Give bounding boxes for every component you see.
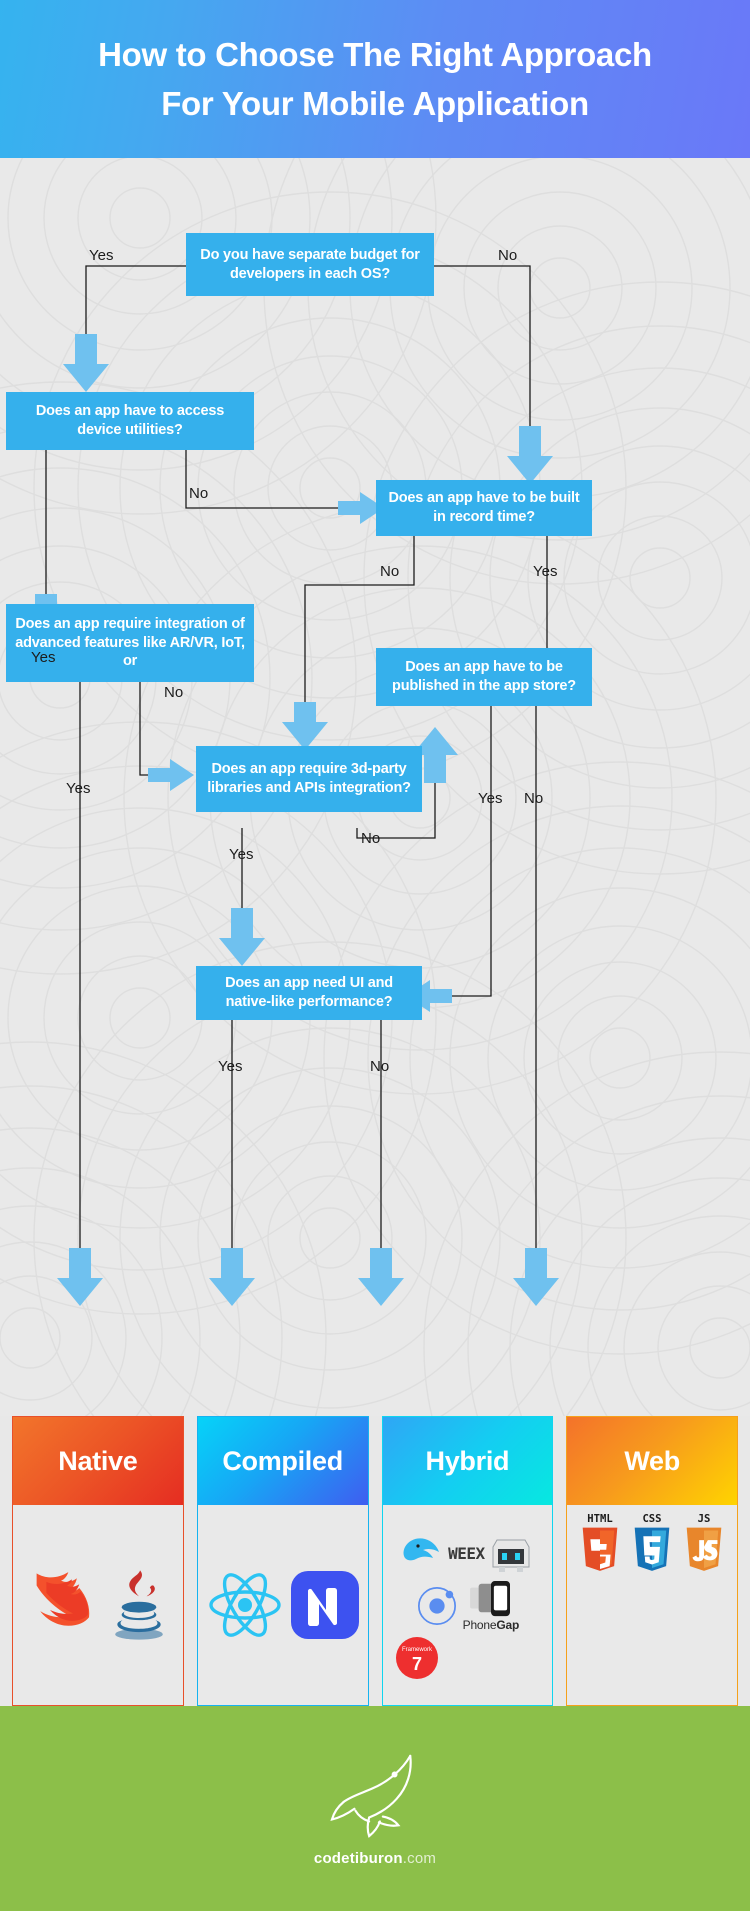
node-record-time[interactable]: Does an app have to be built in record t… bbox=[376, 480, 592, 536]
react-native-logo bbox=[208, 1573, 281, 1637]
brand-wordmark: codetiburon.com bbox=[314, 1850, 436, 1867]
page-footer: codetiburon.com bbox=[0, 1706, 750, 1911]
edge-label-advanced-no: No bbox=[164, 684, 184, 701]
ionic-logo bbox=[417, 1587, 456, 1625]
edge-label-record-yes: Yes bbox=[533, 563, 558, 580]
flowchart-canvas: Do you have separate budget for develope… bbox=[0, 158, 750, 1416]
svg-text:Framework: Framework bbox=[401, 1647, 432, 1653]
nativescript-logo bbox=[290, 1571, 359, 1639]
node-advanced-features[interactable]: Does an app require integration of advan… bbox=[6, 604, 254, 682]
edge-label-ui-no: No bbox=[370, 1058, 390, 1075]
phonegap-logo bbox=[469, 1580, 510, 1617]
framework7-logo: Framework 7 bbox=[395, 1637, 438, 1679]
phonegap-wordmark: PhoneGap bbox=[462, 1618, 520, 1632]
node-budget[interactable]: Do you have separate budget for develope… bbox=[186, 233, 434, 296]
node-ui-performance-label: Does an app need UI and native-like perf… bbox=[225, 975, 393, 1010]
node-device-utilities[interactable]: Does an app have to access device utilit… bbox=[6, 392, 254, 450]
edge-label-thirdparty-no: No bbox=[361, 830, 381, 847]
card-hybrid-title: Hybrid bbox=[382, 1417, 553, 1505]
weex-wordmark: WEEX bbox=[448, 1543, 485, 1563]
java-logo bbox=[115, 1570, 163, 1640]
edge-label-advanced-yes: Yes bbox=[66, 780, 91, 797]
cordova-logo bbox=[492, 1539, 530, 1572]
svg-text:CSS: CSS bbox=[643, 1513, 662, 1525]
card-hybrid-logos: WEEX PhoneGap Framework 7 bbox=[383, 1505, 553, 1705]
card-compiled-logos bbox=[198, 1505, 368, 1705]
shark-logo bbox=[330, 1754, 412, 1838]
edge-label-utilities-yes: Yes bbox=[31, 649, 56, 666]
page-title-line-1: How to Choose The Right Approach bbox=[98, 35, 652, 73]
svg-text:JS: JS bbox=[698, 1513, 711, 1525]
edge-label-record-no: No bbox=[380, 563, 400, 580]
node-third-party-libraries[interactable]: Does an app require 3d-party libraries a… bbox=[196, 746, 422, 812]
brand-name: codetiburon bbox=[313, 1850, 403, 1867]
result-cards: Native Compiled Hybrid WEEX PhoneGap Fra… bbox=[0, 1416, 750, 1706]
javascript-logo: JS bbox=[686, 1513, 722, 1571]
edge-label-budget-no: No bbox=[498, 247, 518, 264]
page-header: How to Choose The Right Approach For You… bbox=[0, 0, 750, 158]
node-record-time-label: Does an app have to be built in record t… bbox=[388, 490, 580, 525]
weex-logo bbox=[403, 1538, 440, 1561]
node-app-store-label: Does an app have to be published in the … bbox=[392, 659, 576, 694]
card-native[interactable]: Native bbox=[12, 1416, 184, 1706]
svg-text:HTML: HTML bbox=[587, 1513, 612, 1525]
edge-label-store-no: No bbox=[524, 790, 544, 807]
node-device-utilities-label: Does an app have to access device utilit… bbox=[35, 403, 225, 438]
card-web-title: Web bbox=[567, 1417, 737, 1505]
node-budget-label: Do you have separate budget for develope… bbox=[200, 246, 420, 282]
edge-label-budget-yes: Yes bbox=[89, 247, 114, 264]
page-title-line-2: For Your Mobile Application bbox=[161, 85, 589, 122]
svg-text:7: 7 bbox=[411, 1654, 421, 1674]
card-compiled-title: Compiled bbox=[197, 1417, 368, 1505]
card-compiled[interactable]: Compiled bbox=[196, 1416, 369, 1706]
node-ui-performance[interactable]: Does an app need UI and native-like perf… bbox=[196, 966, 422, 1020]
edge-label-ui-yes: Yes bbox=[218, 1058, 243, 1075]
swift-logo bbox=[36, 1572, 90, 1626]
edge-label-store-yes: Yes bbox=[478, 790, 503, 807]
card-native-logos bbox=[13, 1505, 183, 1705]
edge-label-utilities-no: No bbox=[189, 485, 209, 502]
node-third-party-libraries-label: Does an app require 3d-party libraries a… bbox=[207, 761, 411, 796]
css3-logo: CSS bbox=[634, 1513, 670, 1571]
brand-tld: .com bbox=[402, 1850, 437, 1867]
card-web-logos: HTML CSS JS bbox=[567, 1505, 737, 1705]
edge-label-thirdparty-yes: Yes bbox=[229, 846, 254, 863]
card-native-title: Native bbox=[13, 1417, 183, 1505]
card-hybrid[interactable]: Hybrid WEEX PhoneGap Framework 7 bbox=[381, 1416, 554, 1706]
html5-logo: HTML bbox=[582, 1513, 618, 1571]
node-app-store[interactable]: Does an app have to be published in the … bbox=[376, 648, 592, 706]
card-web[interactable]: Web HTML CSS JS bbox=[566, 1416, 738, 1706]
